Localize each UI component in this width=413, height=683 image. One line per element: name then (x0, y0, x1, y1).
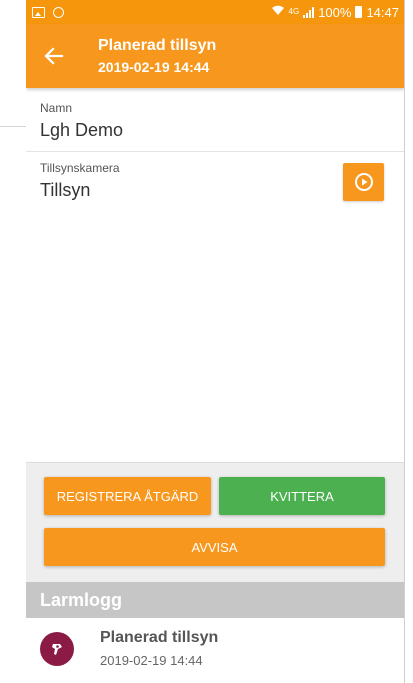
status-left (26, 6, 64, 18)
planned-visit-icon (40, 632, 74, 666)
register-action-button[interactable]: REGISTRERA ÅTGÄRD (44, 477, 211, 515)
battery-percentage: 100% (318, 4, 352, 20)
page-subtitle: 2019-02-19 14:44 (98, 58, 210, 75)
wifi-icon (271, 5, 285, 19)
back-button[interactable] (26, 24, 82, 88)
reject-button[interactable]: AVVISA (44, 528, 385, 566)
acknowledge-button[interactable]: KVITTERA (219, 477, 385, 515)
status-bar: 4G 100% 14:47 (26, 0, 404, 24)
log-item-texts: Planerad tillsyn 2019-02-19 14:44 (100, 628, 218, 670)
log-header: Larmlogg (26, 582, 404, 618)
phone-screen: 4G 100% 14:47 Planerad tillsyn 2019-02-1… (26, 0, 405, 683)
network-type-label: 4G (288, 7, 300, 16)
toolbar-titles: Planerad tillsyn 2019-02-19 14:44 (82, 36, 216, 77)
signal-icon (303, 6, 315, 18)
name-field: Namn Lgh Demo (26, 96, 404, 152)
name-value: Lgh Demo (40, 120, 124, 140)
action-panel: REGISTRERA ÅTGÄRD KVITTERA AVVISA (26, 462, 404, 582)
outer-background (0, 0, 26, 683)
play-camera-button[interactable] (343, 163, 384, 201)
log-item-title: Planerad tillsyn (100, 629, 219, 646)
status-time: 14:47 (366, 4, 399, 20)
log-item[interactable]: Planerad tillsyn 2019-02-19 14:44 (26, 618, 404, 683)
outer-right-background (405, 0, 413, 683)
outer-divider (0, 126, 26, 127)
toolbar: Planerad tillsyn 2019-02-19 14:44 (26, 24, 404, 88)
battery-icon (355, 6, 363, 18)
arrow-left-icon (44, 47, 64, 65)
page-title: Planerad tillsyn (98, 36, 217, 54)
name-label: Namn (40, 101, 73, 115)
status-right: 4G 100% 14:47 (271, 4, 404, 20)
play-circle-icon (354, 173, 373, 191)
image-notification-icon (32, 6, 45, 18)
log-item-time: 2019-02-19 14:44 (100, 653, 203, 668)
circle-notification-icon (53, 6, 64, 18)
